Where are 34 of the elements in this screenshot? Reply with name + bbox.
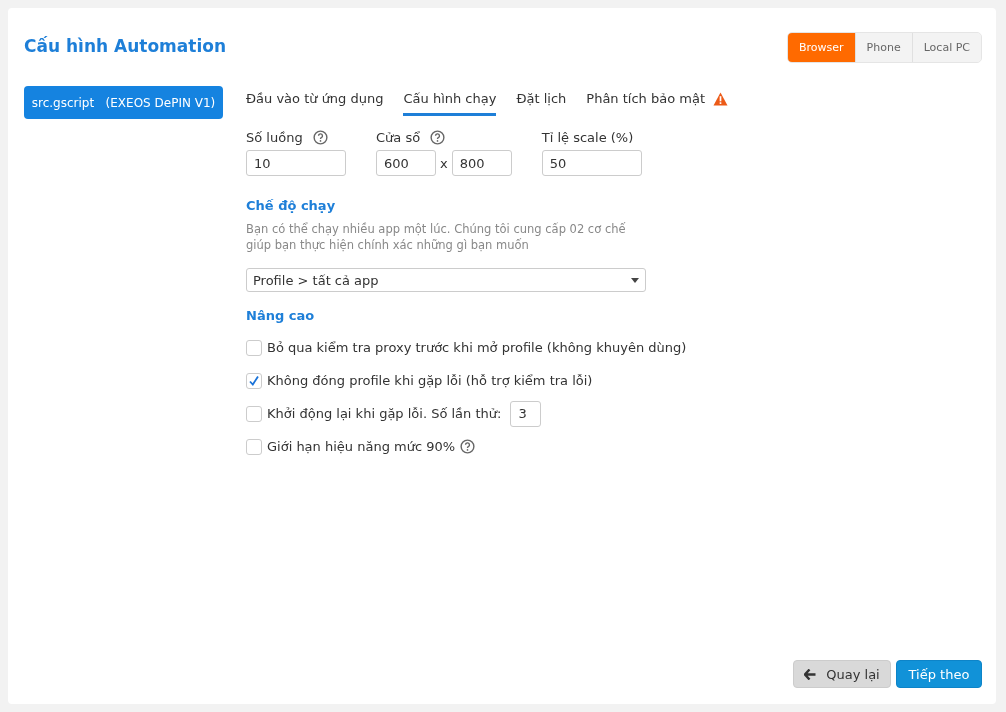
scale-input[interactable]: 50: [541, 150, 642, 176]
checkbox[interactable]: [246, 405, 262, 422]
times-sign: x: [440, 155, 448, 171]
retry-count-input[interactable]: 3: [510, 400, 542, 427]
tab[interactable]: Đầu vào từ ứng dụng: [246, 86, 384, 116]
section-heading: Nâng cao: [246, 308, 316, 323]
checkbox[interactable]: [246, 438, 262, 455]
tab[interactable]: Đặt lịch: [516, 86, 567, 116]
field-label: Số luồng: [246, 130, 303, 145]
tab[interactable]: Phân tích bảo mật: [586, 86, 728, 116]
description-text: Bạn có thể chạy nhiều app một lúc. Chúng tôi cung cấp 02 cơ chế giúp bạn thực hiện chính xác những gì bạn muốn: [246, 221, 627, 253]
checkbox[interactable]: [246, 339, 262, 356]
threads-input[interactable]: 10: [246, 150, 346, 176]
field-label: Tỉ lệ scale (%): [541, 130, 634, 145]
checkbox[interactable]: [246, 372, 262, 389]
height-input[interactable]: 800: [451, 150, 512, 176]
checkbox-label: Khởi động lại khi gặp lỗi. Số lần thử:: [267, 406, 502, 421]
platform-tab[interactable]: Local PC: [911, 33, 981, 62]
field-label: Cửa sổ: [376, 130, 421, 145]
page-title: Cấu hình Automation: [24, 36, 226, 56]
help-icon[interactable]: [312, 130, 328, 145]
arrow-left-icon: [804, 668, 817, 680]
section-heading: Chế độ chạy: [246, 198, 337, 213]
caret-icon: [631, 277, 639, 283]
help-icon[interactable]: [430, 130, 446, 145]
run-mode-dropdown[interactable]: Profile > tất cả app: [246, 268, 646, 292]
width-input[interactable]: 600: [376, 150, 436, 176]
checkbox-label: Giới hạn hiệu năng mức 90%: [267, 439, 456, 454]
back-button[interactable]: Quay lại: [793, 660, 891, 688]
script-button[interactable]: src.gscript (EXEOS DePIN V1): [24, 86, 223, 119]
checkbox-label: Bỏ qua kiểm tra proxy trước khi mở profile (không khuyên dùng): [267, 340, 687, 355]
checkbox-label: Không đóng profile khi gặp lỗi (hỗ trợ kiểm tra lỗi): [267, 373, 593, 388]
help-icon[interactable]: [460, 439, 476, 454]
tab[interactable]: Cấu hình chạy: [403, 86, 497, 116]
